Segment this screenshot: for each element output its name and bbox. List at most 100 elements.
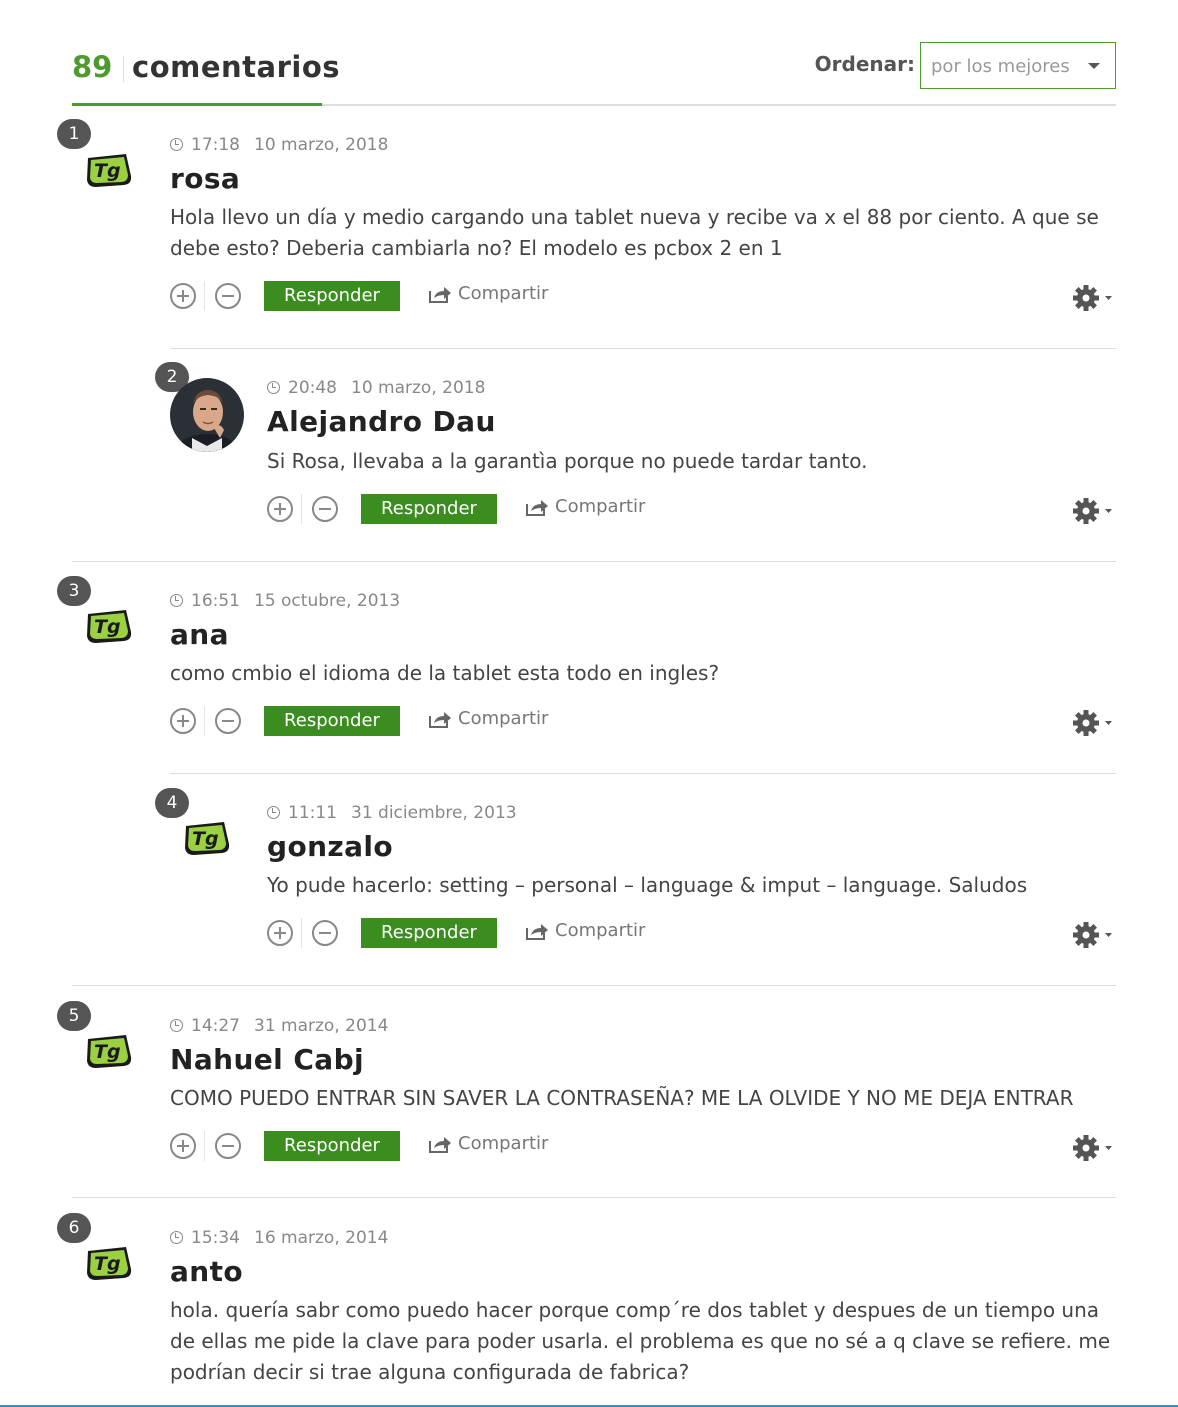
comment-meta: 20:48 10 marzo, 2018 — [267, 378, 485, 398]
comments-section: 89 comentarios Ordenar: por los mejores — [72, 0, 1116, 106]
comment-author[interactable]: rosa — [170, 162, 240, 195]
clock-icon — [170, 594, 183, 607]
comment-divider — [72, 1197, 1116, 1198]
share-link[interactable]: Compartir — [428, 708, 548, 729]
comment-number-badge: 4 — [155, 788, 189, 818]
sort-select[interactable]: por los mejores — [920, 42, 1116, 89]
svg-text:Tg: Tg — [94, 616, 121, 638]
clock-icon — [170, 1019, 183, 1032]
comment-actions: Responder Compartir — [170, 706, 1116, 736]
clock-icon — [170, 1231, 183, 1244]
gear-menu-icon[interactable] — [1072, 496, 1116, 526]
svg-text:Tg: Tg — [94, 1253, 121, 1275]
comment-time: 17:18 — [191, 135, 240, 155]
comment-text: como cmbio el idioma de la tablet esta t… — [170, 661, 720, 685]
comment-author[interactable]: Nahuel Cabj — [170, 1043, 364, 1076]
comment-count: 89 — [72, 50, 113, 84]
comment-time: 16:51 — [191, 591, 240, 611]
share-label: Compartir — [555, 920, 646, 941]
avatar-tg-logo[interactable]: Tg — [84, 1031, 134, 1071]
comment-text: Hola llevo un día y medio cargando una t… — [170, 205, 1099, 260]
avatar-tg-logo[interactable]: Tg — [84, 1243, 134, 1283]
avatar-photo[interactable] — [170, 378, 244, 452]
avatar-tg-logo[interactable]: Tg — [84, 606, 134, 646]
downvote-minus-icon[interactable] — [312, 920, 338, 946]
share-label: Compartir — [555, 496, 646, 517]
caret-down-icon — [1088, 63, 1100, 69]
comment-actions: Responder Compartir — [267, 494, 1116, 524]
header-separator — [123, 56, 124, 82]
share-label: Compartir — [458, 1133, 549, 1154]
comment-time: 11:11 — [288, 803, 337, 823]
upvote-plus-icon[interactable] — [267, 920, 293, 946]
comment-text: Yo pude hacerlo: setting – personal – la… — [267, 873, 1028, 897]
gear-menu-icon[interactable] — [1072, 283, 1116, 313]
comment-date: 10 marzo, 2018 — [254, 135, 389, 155]
upvote-plus-icon[interactable] — [267, 496, 293, 522]
comment-actions: Responder Compartir — [267, 918, 1116, 948]
comments-header: 89 comentarios Ordenar: por los mejores — [72, 0, 1116, 106]
reply-button[interactable]: Responder — [361, 918, 497, 948]
downvote-minus-icon[interactable] — [215, 1133, 241, 1159]
upvote-plus-icon[interactable] — [170, 708, 196, 734]
gear-menu-icon[interactable] — [1072, 708, 1116, 738]
gear-menu-icon[interactable] — [1072, 920, 1116, 950]
comment-author[interactable]: Alejandro Dau — [267, 405, 496, 438]
share-link[interactable]: Compartir — [525, 496, 645, 517]
reply-button[interactable]: Responder — [264, 1131, 400, 1161]
comment-time: 20:48 — [288, 378, 337, 398]
reply-button[interactable]: Responder — [361, 494, 497, 524]
comment-text: hola. quería sabr como puedo hacer porqu… — [170, 1298, 1111, 1384]
share-label: Compartir — [458, 283, 549, 304]
clock-icon — [267, 381, 280, 394]
clock-icon — [267, 806, 280, 819]
comments-title: comentarios — [132, 50, 341, 84]
comment-author[interactable]: gonzalo — [267, 830, 393, 863]
avatar-tg-logo[interactable]: Tg — [182, 818, 232, 858]
share-link[interactable]: Compartir — [428, 1133, 548, 1154]
comment-meta: 14:27 31 marzo, 2014 — [170, 1016, 388, 1036]
comment-divider — [72, 561, 1116, 562]
svg-text:Tg: Tg — [94, 1041, 121, 1063]
share-icon — [428, 708, 458, 729]
comment-author[interactable]: anto — [170, 1255, 243, 1288]
reply-button[interactable]: Responder — [264, 281, 400, 311]
comment-time: 15:34 — [191, 1228, 240, 1248]
share-icon — [428, 283, 458, 304]
sort-select-value: por los mejores — [931, 56, 1070, 77]
downvote-minus-icon[interactable] — [215, 708, 241, 734]
comment-date: 15 octubre, 2013 — [254, 591, 401, 611]
clock-icon — [170, 138, 183, 151]
comment-date: 31 marzo, 2014 — [254, 1016, 389, 1036]
comment-divider — [170, 348, 1116, 349]
reply-button[interactable]: Responder — [264, 706, 400, 736]
svg-text:Tg: Tg — [192, 828, 219, 850]
downvote-minus-icon[interactable] — [312, 496, 338, 522]
gear-menu-icon[interactable] — [1072, 1133, 1116, 1163]
share-link[interactable]: Compartir — [525, 920, 645, 941]
downvote-minus-icon[interactable] — [215, 283, 241, 309]
upvote-plus-icon[interactable] — [170, 1133, 196, 1159]
title-underline — [72, 103, 322, 106]
avatar-tg-logo[interactable]: Tg — [84, 150, 134, 190]
upvote-plus-icon[interactable] — [170, 283, 196, 309]
vote-separator — [204, 1131, 205, 1161]
share-link[interactable]: Compartir — [428, 283, 548, 304]
comment-date: 10 marzo, 2018 — [351, 378, 486, 398]
comment-number-badge: 1 — [57, 119, 91, 149]
comment-text: Si Rosa, llevaba a la garantìa porque no… — [267, 449, 868, 473]
share-icon — [525, 920, 555, 941]
comment-actions: Responder Compartir — [170, 281, 1116, 311]
comment-number-badge: 3 — [57, 576, 91, 606]
comment-author[interactable]: ana — [170, 618, 229, 651]
comment-meta: 16:51 15 octubre, 2013 — [170, 591, 400, 611]
comment-date: 31 diciembre, 2013 — [351, 803, 517, 823]
share-icon — [428, 1133, 458, 1154]
comment-meta: 15:34 16 marzo, 2014 — [170, 1228, 388, 1248]
comment-number-badge: 5 — [57, 1001, 91, 1031]
share-icon — [525, 496, 555, 517]
comment-number-badge: 6 — [57, 1213, 91, 1243]
comment-time: 14:27 — [191, 1016, 240, 1036]
vote-separator — [204, 706, 205, 736]
comment-divider — [170, 773, 1116, 774]
